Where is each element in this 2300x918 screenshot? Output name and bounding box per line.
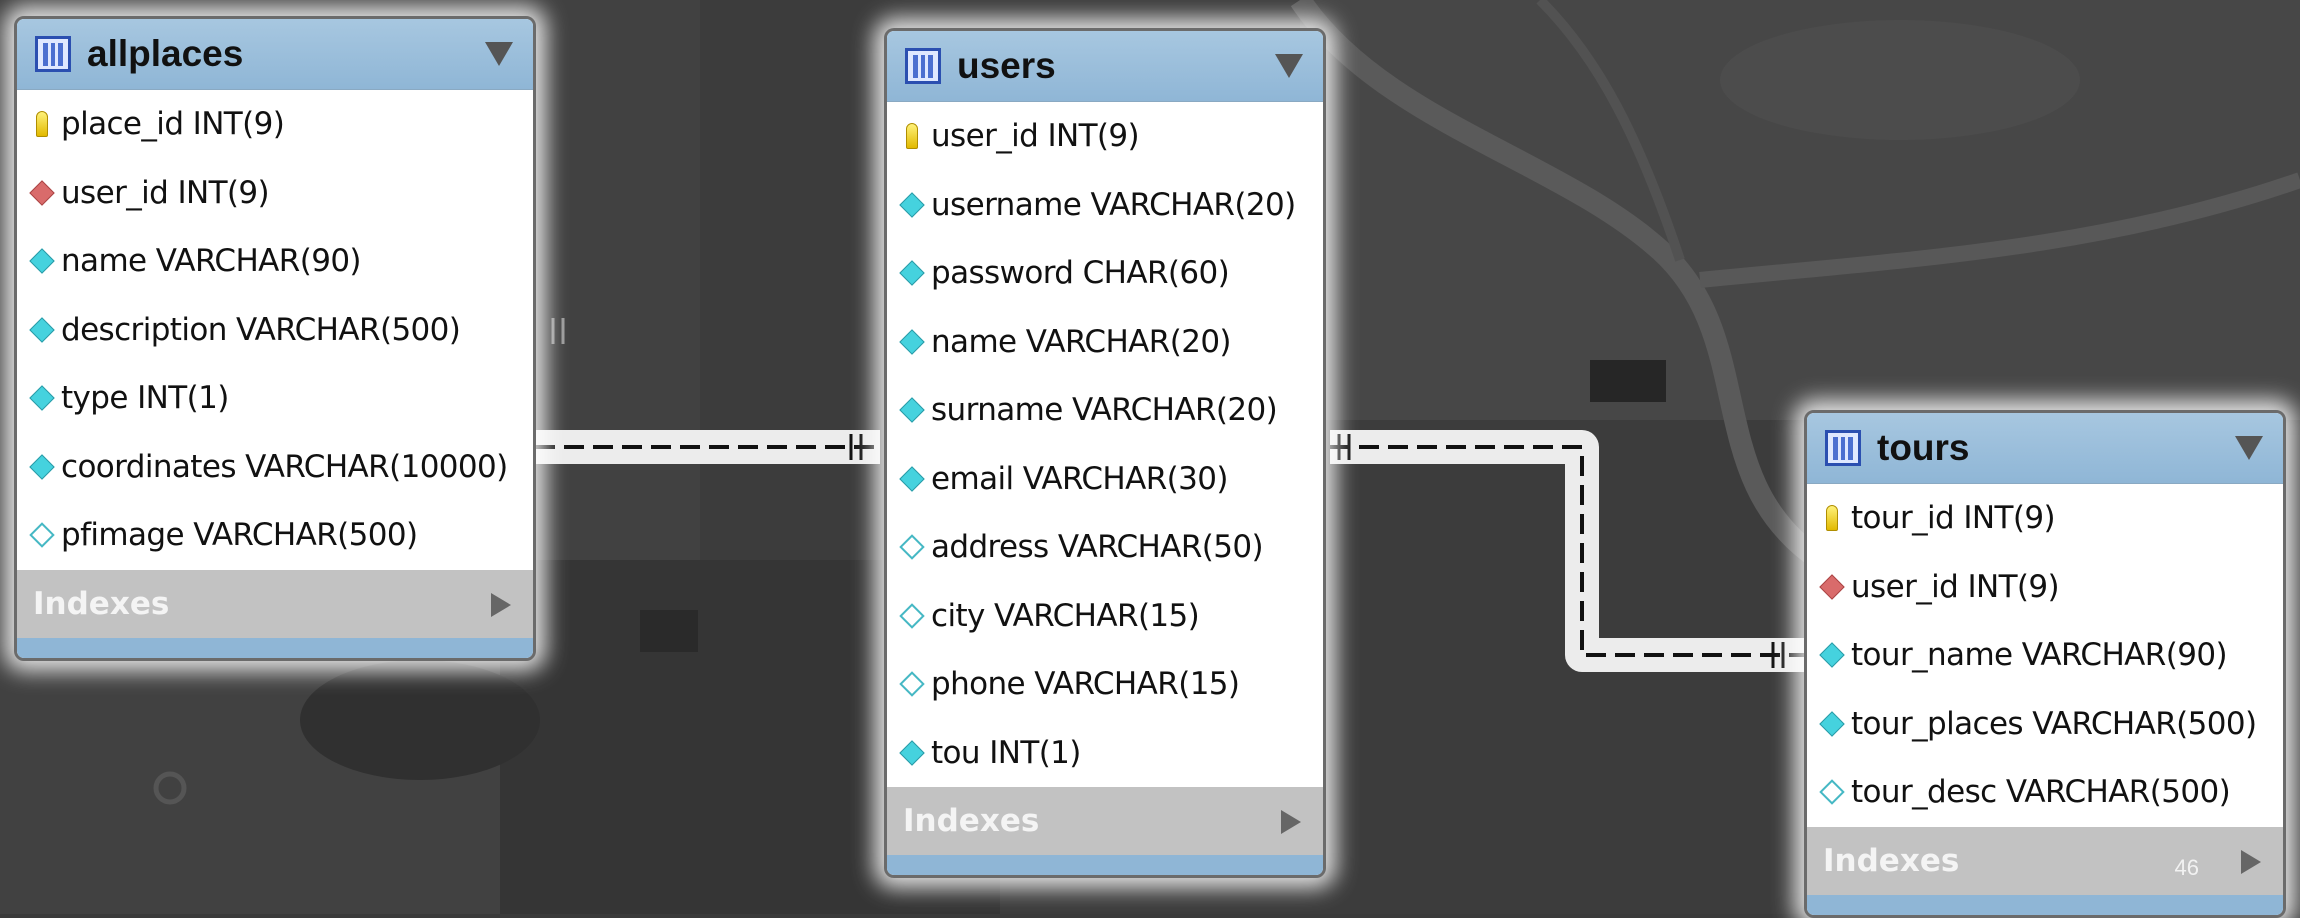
column-label: username VARCHAR(20) [931, 186, 1296, 223]
column-label: user_id INT(9) [1851, 568, 2060, 605]
column-label: coordinates VARCHAR(10000) [61, 448, 508, 485]
table-icon [35, 36, 71, 72]
filled-diamond-icon [29, 317, 55, 343]
table-title: tours [1877, 427, 1970, 468]
column-row[interactable]: tour_id INT(9) [1807, 484, 2283, 553]
filled-diamond-icon [899, 397, 925, 423]
column-label: tour_desc VARCHAR(500) [1851, 774, 2231, 811]
filled-diamond-icon [899, 740, 925, 766]
page-number: 46 [2174, 854, 2199, 880]
filled-diamond-icon [1819, 711, 1845, 737]
table-tours[interactable]: tours tour_id INT(9) user_id INT(9) tour… [1804, 410, 2286, 918]
column-row[interactable]: password CHAR(60) [887, 239, 1323, 308]
table-header[interactable]: tours [1807, 413, 2283, 484]
table-title: users [957, 45, 1056, 86]
column-label: tou INT(1) [931, 734, 1081, 771]
table-users[interactable]: users user_id INT(9) username VARCHAR(20… [884, 28, 1326, 878]
column-row[interactable]: phone VARCHAR(15) [887, 650, 1323, 719]
column-row[interactable]: address VARCHAR(50) [887, 513, 1323, 582]
column-label: phone VARCHAR(15) [931, 666, 1240, 703]
column-label: user_id INT(9) [61, 174, 270, 211]
filled-diamond-icon [1819, 642, 1845, 668]
column-label: tour_places VARCHAR(500) [1851, 705, 2257, 742]
column-label: password CHAR(60) [931, 255, 1230, 292]
triangle-right-icon[interactable] [1281, 810, 1301, 834]
column-row[interactable]: tour_name VARCHAR(90) [1807, 621, 2283, 690]
table-icon [1825, 430, 1861, 466]
filled-diamond-icon [899, 192, 925, 218]
column-row[interactable]: coordinates VARCHAR(10000) [17, 433, 533, 502]
column-row[interactable]: pfimage VARCHAR(500) [17, 501, 533, 570]
table-allplaces[interactable]: allplaces place_id INT(9) user_id INT(9)… [14, 16, 536, 661]
column-label: pfimage VARCHAR(500) [61, 517, 418, 554]
hollow-diamond-icon [899, 603, 925, 629]
indexes-label: Indexes [33, 585, 170, 622]
column-label: description VARCHAR(500) [61, 311, 461, 348]
column-label: name VARCHAR(90) [61, 243, 362, 280]
column-row[interactable]: type INT(1) [17, 364, 533, 433]
column-row[interactable]: surname VARCHAR(20) [887, 376, 1323, 445]
column-row[interactable]: tou INT(1) [887, 719, 1323, 788]
column-row[interactable]: tour_places VARCHAR(500) [1807, 690, 2283, 759]
column-row[interactable]: name VARCHAR(90) [17, 227, 533, 296]
indexes-section[interactable]: Indexes [887, 787, 1323, 855]
table-header[interactable]: users [887, 31, 1323, 102]
key-icon [36, 111, 48, 138]
column-row[interactable]: tour_desc VARCHAR(500) [1807, 758, 2283, 827]
column-label: surname VARCHAR(20) [931, 392, 1278, 429]
table-icon [905, 48, 941, 84]
filled-diamond-icon [29, 385, 55, 411]
column-label: type INT(1) [61, 380, 229, 417]
column-label: user_id INT(9) [931, 118, 1140, 155]
table-footer [887, 855, 1323, 875]
key-icon [1826, 505, 1838, 532]
column-label: email VARCHAR(30) [931, 460, 1229, 497]
filled-diamond-icon [899, 329, 925, 355]
column-row[interactable]: name VARCHAR(20) [887, 308, 1323, 377]
indexes-label: Indexes [903, 803, 1040, 839]
hollow-diamond-icon [899, 671, 925, 697]
column-label: name VARCHAR(20) [931, 323, 1232, 360]
table-title: allplaces [87, 33, 244, 74]
indexes-section[interactable]: Indexes 46 [1807, 826, 2283, 895]
triangle-down-icon[interactable] [485, 42, 513, 66]
collapsed-connector-mark [551, 318, 565, 344]
filled-diamond-icon [899, 466, 925, 492]
hollow-diamond-icon [1819, 779, 1845, 805]
column-row[interactable]: description VARCHAR(500) [17, 296, 533, 365]
red-diamond-icon [1819, 574, 1845, 600]
column-label: tour_id INT(9) [1851, 500, 2056, 537]
indexes-section[interactable]: Indexes [17, 569, 533, 638]
column-label: address VARCHAR(50) [931, 529, 1264, 566]
triangle-right-icon[interactable] [491, 592, 511, 617]
key-icon [906, 123, 918, 150]
red-diamond-icon [29, 180, 55, 206]
table-footer [17, 637, 533, 658]
triangle-right-icon[interactable] [2241, 849, 2261, 874]
filled-diamond-icon [899, 260, 925, 286]
table-footer [1807, 894, 2283, 915]
column-row[interactable]: email VARCHAR(30) [887, 445, 1323, 514]
column-row[interactable]: place_id INT(9) [17, 90, 533, 159]
column-row[interactable]: user_id INT(9) [1807, 553, 2283, 622]
column-row[interactable]: city VARCHAR(15) [887, 582, 1323, 651]
triangle-down-icon[interactable] [2235, 436, 2263, 460]
column-row[interactable]: user_id INT(9) [887, 102, 1323, 171]
filled-diamond-icon [29, 454, 55, 480]
table-header[interactable]: allplaces [17, 19, 533, 90]
hollow-diamond-icon [29, 522, 55, 548]
hollow-diamond-icon [899, 534, 925, 560]
triangle-down-icon[interactable] [1275, 54, 1303, 78]
indexes-label: Indexes [1823, 842, 1960, 879]
filled-diamond-icon [29, 248, 55, 274]
column-label: place_id INT(9) [61, 106, 285, 143]
column-row[interactable]: username VARCHAR(20) [887, 171, 1323, 240]
column-row[interactable]: user_id INT(9) [17, 159, 533, 228]
column-label: tour_name VARCHAR(90) [1851, 637, 2228, 674]
column-label: city VARCHAR(15) [931, 597, 1200, 634]
